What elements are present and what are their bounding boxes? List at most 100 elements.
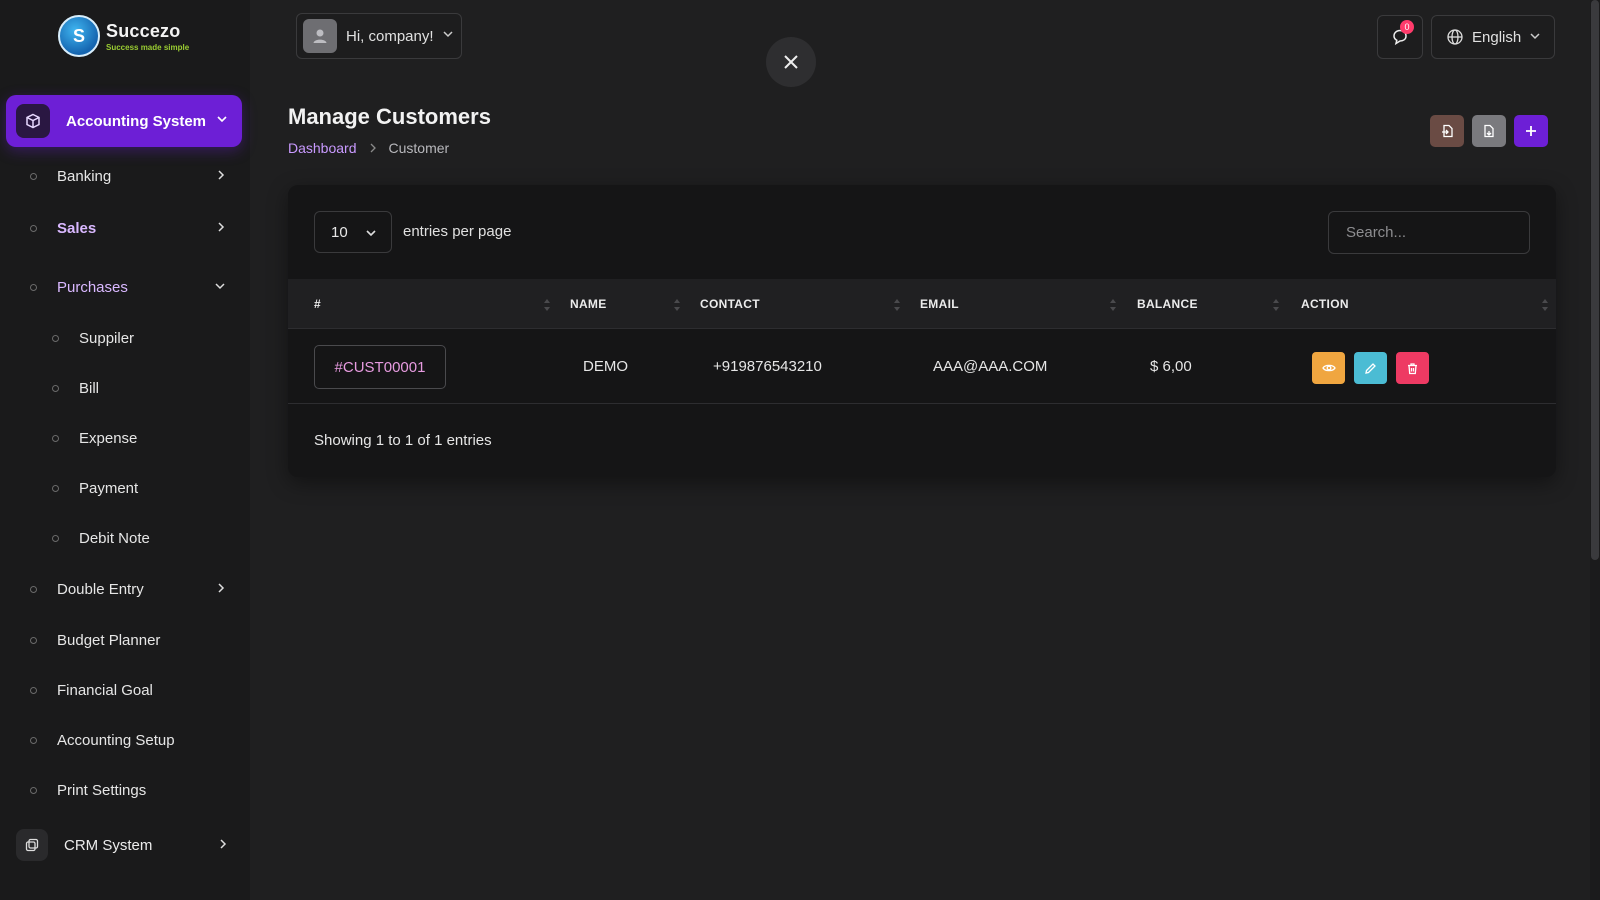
file-import-icon <box>1442 124 1453 138</box>
breadcrumb-dashboard-link[interactable]: Dashboard <box>288 140 357 156</box>
close-button[interactable] <box>766 37 816 87</box>
globe-icon <box>1447 29 1463 45</box>
chevron-down-icon <box>214 279 226 296</box>
column-header-email[interactable]: EMAIL <box>920 297 959 311</box>
column-header-balance[interactable]: BALANCE <box>1137 297 1198 311</box>
sidebar-item-bill[interactable]: Bill <box>52 380 248 397</box>
user-greeting: Hi, company! <box>346 27 434 45</box>
sidebar-item-budget-planner[interactable]: Budget Planner <box>30 632 226 649</box>
sort-icon[interactable] <box>1273 299 1279 311</box>
brand-name: Succezo <box>106 20 181 41</box>
scrollbar-thumb[interactable] <box>1591 0 1599 560</box>
close-icon <box>784 55 798 69</box>
bullet-icon <box>30 637 37 644</box>
bullet-icon <box>30 687 37 694</box>
sidebar-item-accounting-system[interactable]: Accounting System <box>6 95 242 147</box>
sort-icon[interactable] <box>674 299 680 311</box>
sidebar-item-debit-note[interactable]: Debit Note <box>52 530 248 547</box>
breadcrumb-current: Customer <box>388 140 450 156</box>
column-header-action: ACTION <box>1301 297 1349 311</box>
notification-count-badge: 0 <box>1400 20 1414 34</box>
customer-balance: $ 6,00 <box>1150 358 1192 375</box>
bullet-icon <box>30 173 37 180</box>
chevron-right-icon <box>216 581 226 598</box>
pencil-icon <box>1365 362 1376 374</box>
sidebar-item-banking[interactable]: Banking <box>30 168 226 185</box>
sidebar-item-label: Debit Note <box>79 530 150 547</box>
sidebar-item-financial-goal[interactable]: Financial Goal <box>30 682 226 699</box>
customer-email: AAA@AAA.COM <box>933 358 1048 375</box>
column-header-name[interactable]: NAME <box>570 297 607 311</box>
delete-button[interactable] <box>1396 352 1429 384</box>
bullet-icon <box>30 284 37 291</box>
add-customer-button[interactable] <box>1514 115 1548 147</box>
notifications-button[interactable]: 0 <box>1377 15 1423 59</box>
file-export-icon <box>1484 124 1494 138</box>
table-header: # NAME CONTACT EMAIL BALANCE ACTION <box>288 279 1556 329</box>
column-header-id[interactable]: # <box>314 297 321 311</box>
sidebar-item-label: Banking <box>57 168 112 185</box>
chevron-down-icon <box>365 226 377 243</box>
logo-icon: S <box>58 15 100 57</box>
customer-name: DEMO <box>583 358 628 375</box>
chevron-right-icon <box>369 141 377 156</box>
sidebar-item-crm-system[interactable]: CRM System <box>16 829 228 861</box>
import-button[interactable] <box>1430 115 1464 147</box>
chevron-right-icon <box>216 220 226 237</box>
bullet-icon <box>52 385 59 392</box>
bullet-icon <box>52 435 59 442</box>
sidebar-item-expense[interactable]: Expense <box>52 430 248 447</box>
sidebar-item-suppiler[interactable]: Suppiler <box>52 330 248 347</box>
sidebar-item-double-entry[interactable]: Double Entry <box>30 581 226 598</box>
sidebar-item-label: CRM System <box>64 836 153 854</box>
export-button[interactable] <box>1472 115 1506 147</box>
bullet-icon <box>52 485 59 492</box>
language-select[interactable]: English <box>1431 15 1555 59</box>
bullet-icon <box>30 586 37 593</box>
sidebar-item-label: Sales <box>57 220 97 237</box>
table-info: Showing 1 to 1 of 1 entries <box>314 432 492 449</box>
sidebar-item-label: Accounting System <box>66 112 207 130</box>
eye-icon <box>1321 364 1336 372</box>
search-input[interactable] <box>1328 211 1530 254</box>
view-button[interactable] <box>1312 352 1345 384</box>
brand-logo[interactable]: S Succezo Success made simple <box>58 15 189 57</box>
edit-button[interactable] <box>1354 352 1387 384</box>
breadcrumb: Dashboard Customer <box>288 140 449 156</box>
customers-card: 10 entries per page # NAME CONTACT EMAIL… <box>288 185 1556 477</box>
chevron-right-icon <box>218 837 228 854</box>
chevron-right-icon <box>216 168 226 185</box>
sidebar-item-label: Purchases <box>57 279 128 296</box>
sort-icon[interactable] <box>544 299 550 311</box>
customer-id-link[interactable]: #CUST00001 <box>314 345 446 389</box>
sidebar-item-label: Suppiler <box>79 330 135 347</box>
chevron-down-icon <box>442 27 454 45</box>
bullet-icon <box>30 225 37 232</box>
page-title: Manage Customers <box>288 104 491 129</box>
sidebar-item-label: Financial Goal <box>57 682 153 699</box>
bullet-icon <box>52 535 59 542</box>
sidebar-item-label: Print Settings <box>57 782 147 799</box>
sidebar-item-accounting-setup[interactable]: Accounting Setup <box>30 732 226 749</box>
sidebar-item-label: Double Entry <box>57 581 144 598</box>
cube-icon <box>16 104 50 138</box>
scrollbar[interactable] <box>1590 0 1600 900</box>
column-header-contact[interactable]: CONTACT <box>700 297 760 311</box>
plus-icon <box>1526 126 1536 136</box>
sort-icon[interactable] <box>1110 299 1116 311</box>
user-menu-button[interactable]: Hi, company! <box>296 13 462 59</box>
sidebar: S Succezo Success made simple Accounting… <box>0 0 250 900</box>
sidebar-item-purchases[interactable]: Purchases <box>30 279 226 296</box>
entries-per-page-select[interactable]: 10 <box>314 211 392 253</box>
sidebar-item-payment[interactable]: Payment <box>52 480 248 497</box>
sidebar-item-label: Bill <box>79 380 100 397</box>
entries-value: 10 <box>331 223 348 241</box>
sidebar-item-print-settings[interactable]: Print Settings <box>30 782 226 799</box>
sidebar-item-label: Expense <box>79 430 138 447</box>
chevron-down-icon <box>216 112 228 130</box>
brand-tagline: Success made simple <box>106 42 190 52</box>
bullet-icon <box>30 787 37 794</box>
sort-icon[interactable] <box>1542 299 1548 311</box>
sidebar-item-sales[interactable]: Sales <box>30 220 226 237</box>
sort-icon[interactable] <box>894 299 900 311</box>
